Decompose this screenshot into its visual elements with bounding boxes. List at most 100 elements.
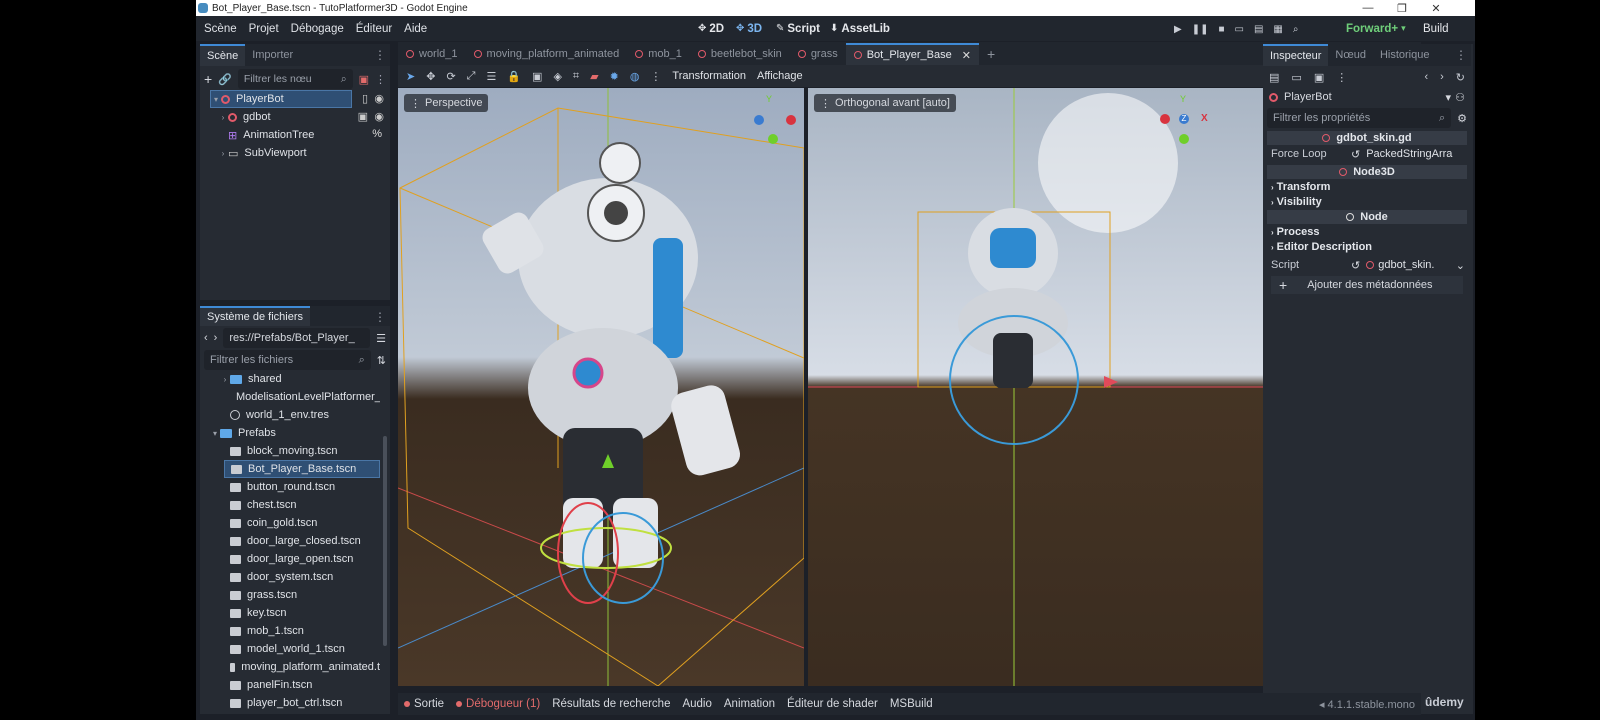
move-gizmo-x-arrow[interactable] [1104,376,1118,388]
scene-menu-icon[interactable]: ⋮ [375,73,386,86]
visibility-eye-icon[interactable]: ◉ [374,110,384,123]
history-forward-icon[interactable]: › [1440,71,1444,83]
process-group[interactable]: › Process [1271,225,1319,239]
build-button[interactable]: Build [1423,16,1449,41]
editor-description-group[interactable]: › Editor Description [1271,240,1372,254]
property-settings-icon[interactable]: ⚙ [1457,112,1467,125]
resource-menu-icon[interactable]: ⋮ [1336,71,1347,84]
script-attach-icon[interactable]: ▣ [359,73,369,86]
file-item[interactable]: panelFin.tscn [230,676,380,694]
collapse-arrow-icon[interactable]: ▾ [210,429,220,438]
node-docs-icon[interactable]: ⚇ [1455,91,1465,104]
file-item[interactable]: ModelisationLevelPlatformer_ [230,388,380,406]
menu-scene[interactable]: Scène [198,23,243,35]
expand-arrow-icon[interactable]: › [218,113,228,122]
mode-2d-button[interactable]: ✥ 2D [698,16,724,41]
transform-group[interactable]: › Transform [1271,180,1330,194]
tab-filesystem[interactable]: Système de fichiers [200,306,310,326]
tab-scene[interactable]: Scène [200,44,246,66]
forward-arrow-icon[interactable]: › [214,332,218,344]
scene-tab-mob1[interactable]: mob_1 [627,43,690,65]
zoom-icon[interactable]: ⌕ [1293,24,1299,35]
gizmo-y-dot[interactable] [1179,134,1189,144]
chevron-down-icon[interactable]: ⌄ [1456,259,1465,272]
tab-debugger[interactable]: Débogueur (1) [450,698,546,710]
path-field[interactable]: res://Prefabs/Bot_Player_ [223,328,371,348]
scene-tab-moving-platform[interactable]: moving_platform_animated [466,43,628,65]
file-item[interactable]: key.tscn [230,604,380,622]
view-menu[interactable]: Affichage [757,70,803,82]
scene-tab-world1[interactable]: world_1 [398,43,466,65]
file-item[interactable]: › shared [220,370,380,388]
tab-history[interactable]: Historique [1373,44,1437,66]
property-filter-input[interactable]: Filtrer les propriétés ⌕ [1267,108,1452,128]
visibility-group[interactable]: › Visibility [1271,195,1322,209]
history-back-icon[interactable]: ‹ [1424,71,1428,83]
revert-icon[interactable]: ↺ [1351,259,1360,272]
play-custom-icon[interactable]: ▦ [1273,24,1282,35]
maximize-icon[interactable]: ❐ [1385,0,1419,16]
file-item[interactable]: door_large_open.tscn [230,550,380,568]
scene-filter-input[interactable]: Filtrer les nœu ⌕ [237,69,353,89]
tab-search-results[interactable]: Résultats de recherche [546,698,676,710]
local-space-icon[interactable]: ◈ [553,70,561,83]
pause-icon[interactable]: ❚❚ [1192,24,1209,35]
menu-debug[interactable]: Débogage [285,23,350,35]
rotate-tool-icon[interactable]: ⟳ [446,70,455,83]
file-item[interactable]: grass.tscn [230,586,380,604]
tab-inspector[interactable]: Inspecteur [1263,44,1329,66]
gizmo-neg-x-dot[interactable] [1160,114,1170,124]
gizmo-z-dot[interactable]: Z [1179,114,1189,124]
menu-help[interactable]: Aide [398,23,433,35]
more-options-icon[interactable]: ⋮ [650,70,661,83]
script-icon[interactable]: ▯ [362,92,368,105]
scene-tab-beetlebot[interactable]: beetlebot_skin [690,43,790,65]
tree-node-subviewport[interactable]: › ▭ SubViewport [218,144,390,162]
close-tab-icon[interactable]: ✕ [962,49,971,62]
force-loop-value[interactable]: PackedStringArra [1366,148,1452,160]
snap-icon[interactable]: ⌗ [573,70,579,83]
lock-icon[interactable]: 🔒 [507,70,521,83]
tab-import[interactable]: Importer [245,44,300,66]
collapse-arrow-icon[interactable]: ▾ [211,95,221,104]
environment-preview-icon[interactable]: ◍ [630,70,640,83]
tab-shader-editor[interactable]: Éditeur de shader [781,698,884,710]
camera-icon[interactable]: ▰ [590,70,598,83]
visibility-eye-icon[interactable]: ◉ [374,92,384,105]
new-resource-icon[interactable]: ▤ [1269,71,1279,84]
close-window-icon[interactable]: ✕ [1419,0,1453,16]
tree-node-animationtree[interactable]: ⊞ AnimationTree [228,126,390,144]
gizmo-x-dot[interactable] [786,115,796,125]
expand-arrow-icon[interactable]: › [220,375,230,384]
save-resource-icon[interactable]: ▣ [1314,71,1324,84]
move-tool-icon[interactable]: ✥ [426,70,435,83]
file-item[interactable]: moving_platform_animated.t [230,658,380,676]
add-metadata-button[interactable]: + Ajouter des métadonnées [1271,276,1463,294]
script-value[interactable]: gdbot_skin. [1378,259,1434,271]
gizmo-z-dot[interactable] [754,115,764,125]
tab-node[interactable]: Nœud [1328,44,1373,66]
expand-arrow-icon[interactable]: › [218,149,228,158]
group-icon[interactable]: ▣ [532,70,542,83]
list-select-icon[interactable]: ☰ [486,70,496,83]
dock-menu-icon[interactable]: ⋮ [374,48,386,62]
revert-icon[interactable]: ↺ [1351,148,1360,161]
sort-icon[interactable]: ⇅ [377,354,386,367]
mode-assetlib-button[interactable]: ⬇ AssetLib [830,16,890,41]
movie-icon[interactable]: ▤ [1254,24,1263,35]
scene-tab-bot-player-base[interactable]: Bot_Player_Base ✕ [845,43,979,65]
file-item[interactable]: door_large_closed.tscn [230,532,380,550]
file-item[interactable]: door_system.tscn [230,568,380,586]
gizmo-x-label[interactable]: X [1201,113,1208,124]
file-item[interactable]: block_moving.tscn [230,442,380,460]
tree-node-playerbot[interactable]: ▾ PlayerBot [210,90,352,108]
file-item[interactable]: coin_gold.tscn [230,514,380,532]
dock-menu-icon[interactable]: ⋮ [1455,48,1467,62]
renderer-select[interactable]: Forward+ ▾ [1346,16,1406,41]
add-node-icon[interactable]: + [204,71,212,87]
back-arrow-icon[interactable]: ‹ [204,332,208,344]
scene-tab-grass[interactable]: grass [790,43,846,65]
tab-animation[interactable]: Animation [718,698,781,710]
perspective-label[interactable]: ⋮ Perspective [404,94,489,112]
filesystem-scrollbar[interactable] [383,436,387,646]
